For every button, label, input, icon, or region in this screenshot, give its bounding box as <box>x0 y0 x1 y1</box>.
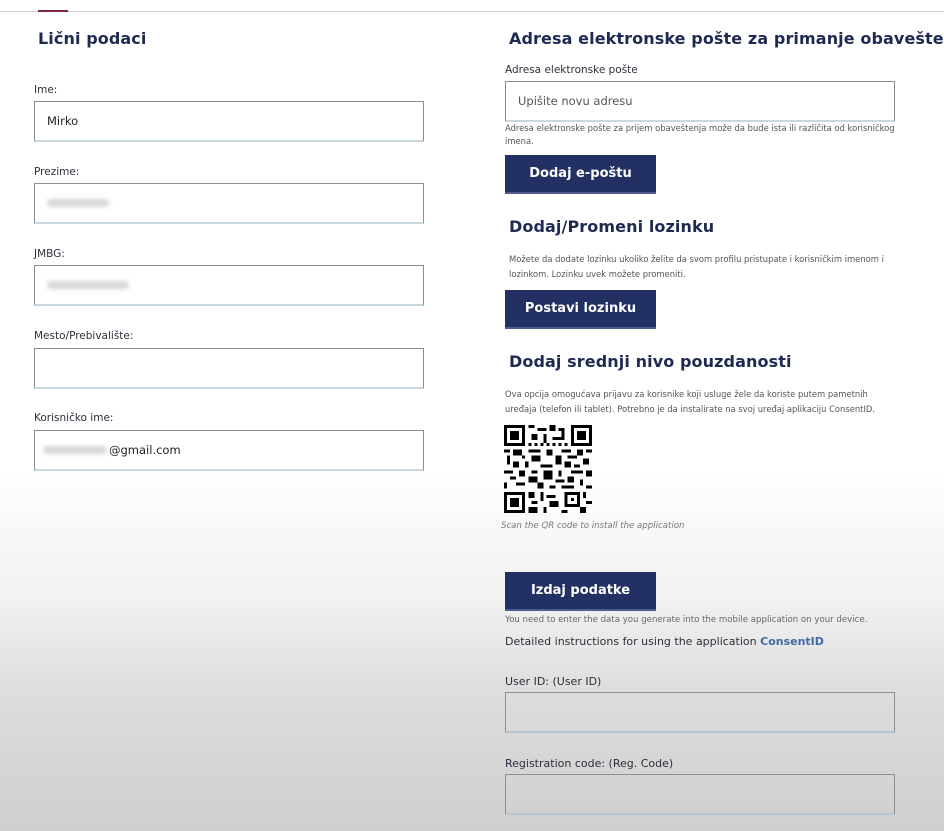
first-name-label: Ime: <box>34 84 58 96</box>
email-section-title: Adresa elektronske pošte za primanje oba… <box>509 29 944 48</box>
username-label: Korisničko ime: <box>34 412 114 424</box>
first-name-value: Mirko <box>47 114 79 128</box>
issue-data-note: You need to enter the data you generate … <box>505 615 868 625</box>
password-section-title: Dodaj/Promeni lozinku <box>509 217 715 236</box>
qr-caption: Scan the QR code to install the applicat… <box>501 521 685 531</box>
detailed-instructions-text: Detailed instructions for using the appl… <box>505 635 761 648</box>
trust-description: Ova opcija omogućava prijavu za korisnik… <box>505 389 876 414</box>
email-label: Adresa elektronske pošte <box>505 64 638 76</box>
email-input[interactable]: Upišite novu adresu <box>505 81 895 122</box>
issue-data-button[interactable]: Izdaj podatke <box>505 572 656 611</box>
user-id-field[interactable] <box>505 692 895 733</box>
username-field[interactable]: @gmail.com <box>34 430 424 471</box>
password-description: Možete da dodate lozinku ukoliko želite … <box>509 254 884 279</box>
residence-label: Mesto/Prebivalište: <box>34 330 134 342</box>
redacted-jmbg <box>47 281 129 289</box>
last-name-label: Prezime: <box>34 166 80 178</box>
jmbg-field[interactable] <box>34 265 424 306</box>
redacted-username <box>43 446 107 454</box>
active-tab-indicator <box>38 10 68 12</box>
username-domain: @gmail.com <box>109 443 181 457</box>
jmbg-label: JMBG: <box>34 248 65 260</box>
personal-data-title: Lični podaci <box>38 29 147 48</box>
email-placeholder: Upišite novu adresu <box>518 94 633 108</box>
top-divider <box>0 11 944 12</box>
trust-section-title: Dodaj srednji nivo pouzdanosti <box>509 352 792 371</box>
detailed-instructions: Detailed instructions for using the appl… <box>505 635 824 648</box>
add-email-button[interactable]: Dodaj e-poštu <box>505 155 656 194</box>
qr-code-icon <box>504 425 592 513</box>
first-name-field[interactable]: Mirko <box>34 101 424 142</box>
registration-code-label: Registration code: (Reg. Code) <box>505 757 674 770</box>
redacted-last-name <box>47 199 109 207</box>
residence-field[interactable] <box>34 348 424 389</box>
consentid-link[interactable]: ConsentID <box>760 635 824 648</box>
set-password-button[interactable]: Postavi lozinku <box>505 290 656 329</box>
email-help-text: Adresa elektronske pošte za prijem obave… <box>505 123 895 146</box>
user-id-label: User ID: (User ID) <box>505 675 602 688</box>
registration-code-field[interactable] <box>505 774 895 815</box>
last-name-field[interactable] <box>34 183 424 224</box>
